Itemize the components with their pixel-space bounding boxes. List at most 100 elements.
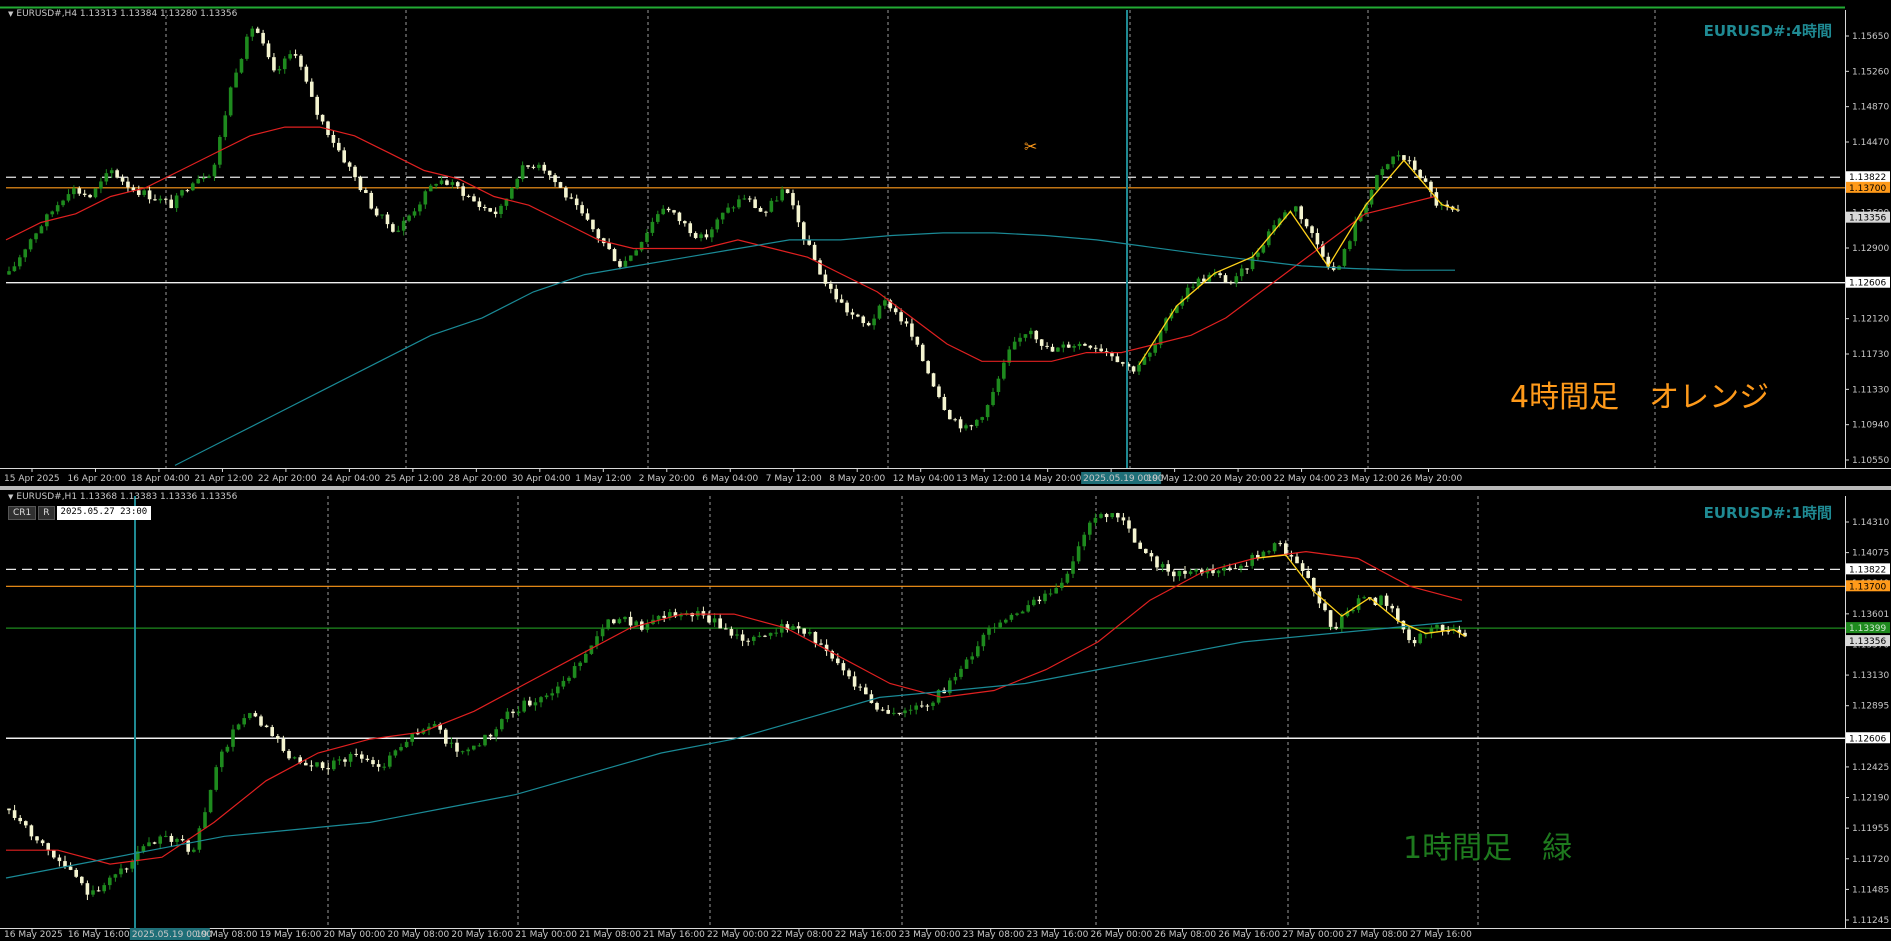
level-label-text: 1.12606	[1849, 734, 1886, 744]
candle-body	[819, 643, 823, 645]
candle-body	[1149, 553, 1154, 557]
candle-body	[500, 719, 504, 730]
candle-body	[326, 121, 330, 135]
candle-body	[1334, 626, 1338, 629]
candle-body	[1061, 344, 1066, 348]
candle-body	[82, 193, 87, 195]
h1-header-text: EURUSD#,H1 1.13368 1.13383 1.13336 1.133…	[16, 492, 238, 502]
candle-body	[104, 173, 109, 182]
candle-body	[886, 710, 890, 714]
candle-body	[88, 194, 92, 198]
candle-body	[147, 190, 152, 200]
candle-body	[331, 134, 336, 143]
time-tick-label: 20 May 08:00	[387, 930, 449, 940]
candle-body	[953, 676, 958, 681]
candle-body	[596, 229, 601, 239]
candle-body	[404, 741, 409, 748]
candle-body	[365, 758, 370, 761]
candle-body	[877, 305, 882, 319]
candle-body	[774, 200, 779, 202]
candle-body	[1043, 593, 1047, 602]
time-tick-label: 8 May 20:00	[829, 474, 885, 484]
time-tick-label: 15 Apr 2025	[4, 474, 60, 484]
candle-body	[1418, 633, 1422, 644]
candle-body	[1239, 268, 1244, 277]
candle-body	[1153, 344, 1158, 353]
candle-body	[1099, 348, 1103, 352]
candle-body	[1299, 206, 1304, 220]
candle-body	[737, 199, 741, 208]
candle-body	[141, 846, 146, 852]
candle-body	[380, 214, 384, 216]
datetime-field[interactable]: 2025.05.27 23:00	[56, 506, 152, 520]
candle-body	[1328, 610, 1333, 627]
collapse-triangle-icon[interactable]: ▼	[8, 10, 13, 18]
candle-body	[396, 230, 401, 232]
candle-body	[142, 190, 146, 195]
candle-body	[1012, 341, 1017, 350]
candle-body	[656, 615, 661, 620]
candle-body	[836, 658, 840, 664]
candle-body	[1278, 543, 1282, 545]
candle-body	[807, 240, 811, 245]
candle-body	[223, 115, 228, 137]
candle-body	[1138, 542, 1142, 549]
level-label-text: 1.12606	[1849, 279, 1886, 289]
candle-body	[600, 628, 605, 637]
candle-body	[953, 419, 957, 421]
candle-body	[958, 419, 963, 429]
candle-body	[1223, 275, 1228, 283]
candle-body	[558, 182, 563, 188]
candle-body	[1065, 573, 1070, 583]
candle-body	[1066, 344, 1071, 348]
candle-body	[715, 219, 720, 230]
candle-body	[225, 746, 230, 752]
candle-body	[388, 755, 392, 767]
candle-body	[455, 742, 459, 752]
candle-body	[992, 627, 997, 629]
candle-body	[1340, 616, 1344, 629]
time-tick-label: 26 May 16:00	[1218, 930, 1280, 940]
candle-body	[315, 96, 319, 115]
candle-body	[374, 208, 379, 216]
candle-body	[348, 753, 353, 762]
candle-body	[580, 205, 584, 214]
candle-body	[186, 840, 190, 852]
candle-body	[66, 194, 71, 201]
candle-body	[1379, 595, 1383, 606]
collapse-triangle-icon[interactable]: ▼	[8, 493, 13, 501]
candle-body	[1077, 343, 1082, 347]
candle-body	[522, 700, 526, 712]
candle-body	[203, 812, 207, 829]
candle-body	[1029, 330, 1033, 335]
candle-body	[1148, 352, 1152, 357]
candle-body	[276, 736, 280, 739]
candle-body	[482, 206, 487, 209]
candle-body	[449, 742, 454, 744]
chart-canvas[interactable]: 1.156501.152601.148701.144701.140801.136…	[0, 0, 1891, 941]
candle-body	[656, 214, 660, 222]
candle-body	[987, 628, 991, 635]
candle-body	[169, 199, 174, 209]
time-tick-label: 22 May 00:00	[707, 930, 769, 940]
candle-body	[236, 724, 241, 730]
candle-body	[617, 619, 622, 624]
candle-body	[915, 336, 920, 345]
candle-body	[672, 210, 676, 213]
current-price-text: 1.13356	[1849, 637, 1886, 647]
ma-fast-line	[6, 550, 1463, 865]
candle-body	[113, 874, 118, 878]
r-button[interactable]: R	[38, 506, 55, 520]
time-tick-label: 22 May 04:00	[1274, 474, 1336, 484]
candle-body	[393, 750, 398, 756]
candle-body	[1127, 520, 1131, 529]
candle-body	[272, 57, 276, 71]
candle-body	[550, 693, 554, 696]
cr1-button[interactable]: CR1	[8, 506, 37, 520]
candle-body	[63, 861, 67, 867]
candle-body	[494, 729, 498, 737]
candle-body	[360, 754, 364, 759]
candle-body	[796, 626, 801, 629]
candle-body	[567, 677, 571, 681]
candle-body	[904, 321, 909, 324]
